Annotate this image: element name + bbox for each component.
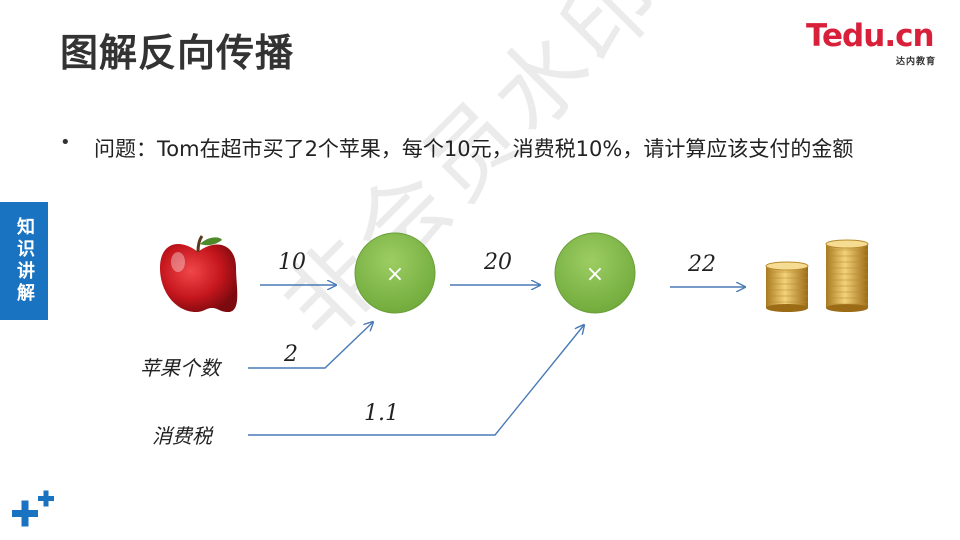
arrow-tax <box>248 325 584 436</box>
input-label-count: 苹果个数 <box>140 356 220 380</box>
multiply-icon: × <box>586 262 604 287</box>
multiply-icon: × <box>386 262 404 287</box>
edge-label-tax: 1.1 <box>364 401 399 426</box>
coin-stack-tall <box>825 239 869 312</box>
multiply-node-2: × <box>554 232 636 314</box>
plus-decoration-icon <box>12 490 54 527</box>
edge-label-result: 22 <box>688 252 716 277</box>
computation-graph: × × <box>160 232 869 436</box>
arrow-count <box>248 322 373 369</box>
edge-label-apple-price: 10 <box>278 250 306 275</box>
apple-icon <box>160 235 238 312</box>
multiply-node-1: × <box>354 232 436 314</box>
input-label-tax: 消费税 <box>152 424 212 448</box>
coin-stack-short <box>765 261 809 312</box>
edge-label-after-first: 20 <box>484 250 512 275</box>
edge-label-count: 2 <box>284 342 298 367</box>
coin-stacks-icon <box>765 239 869 312</box>
